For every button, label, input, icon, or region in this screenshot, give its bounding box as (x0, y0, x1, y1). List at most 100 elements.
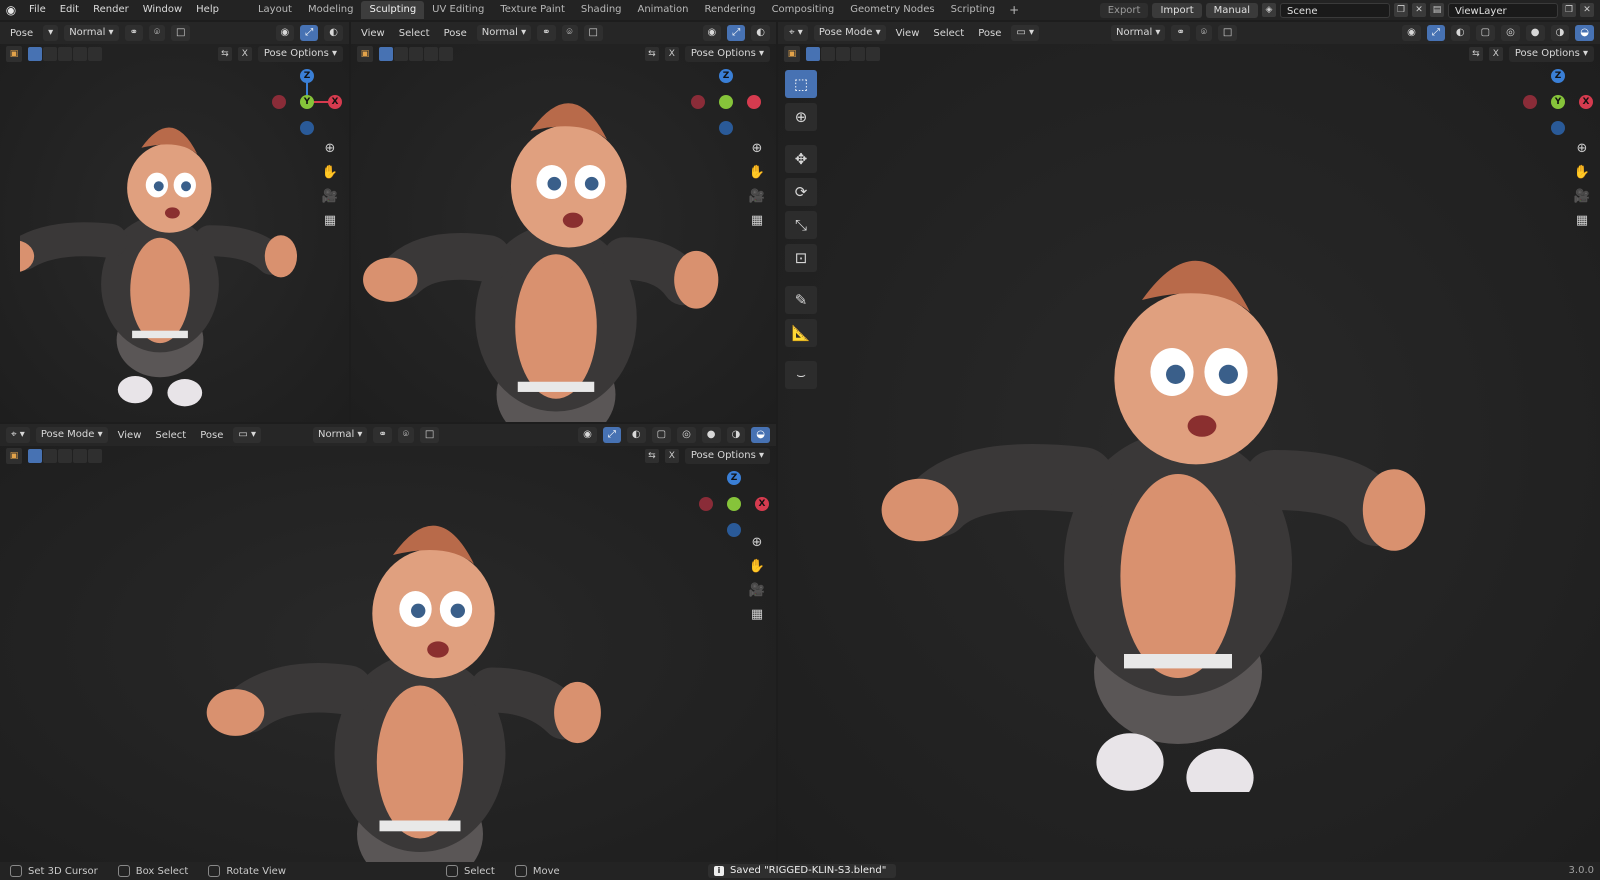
gizmo-z-axis[interactable]: Z (727, 471, 741, 485)
viewport-right[interactable]: ⌖ ▾ Pose Mode ▾ View Select Pose ▭ ▾ Nor… (778, 22, 1600, 862)
x-mirror-button[interactable]: X (237, 47, 252, 61)
menu-help[interactable]: Help (189, 0, 226, 20)
gizmo-neg-z-axis[interactable] (300, 121, 314, 135)
gizmo-x-axis[interactable]: X (1579, 95, 1593, 109)
grid-icon[interactable]: ▦ (749, 606, 765, 622)
cursor-tool-icon[interactable]: ⊕ (785, 103, 817, 131)
snap-icon[interactable]: ⌾ (397, 427, 414, 443)
annotate-tool-icon[interactable]: ✎ (785, 286, 817, 314)
zoom-icon[interactable]: ⊕ (749, 140, 765, 156)
selection-mode-group[interactable] (28, 47, 102, 61)
blender-logo-icon[interactable]: ◉ (0, 0, 22, 20)
overlay-icon[interactable]: ◐ (751, 25, 770, 41)
active-tool-icon[interactable]: ▣ (6, 448, 22, 464)
gizmo-toggle-icon[interactable]: ⤢ (602, 427, 621, 443)
pan-hand-icon[interactable]: ✋ (1574, 164, 1590, 180)
mirror-icon[interactable]: ⇆ (217, 47, 232, 61)
pan-hand-icon[interactable]: ✋ (749, 164, 765, 180)
selection-mode-group[interactable] (379, 47, 453, 61)
viewport-top-left[interactable]: Pose ▾ Normal ▾ ⚭ ⌾ □ ◉ ⤢ ◐ ▣ ⇆ X Pose O… (0, 22, 349, 422)
menu-window[interactable]: Window (136, 0, 189, 20)
viewport-bottom-left[interactable]: ⌖ ▾ Pose Mode ▾ View Select Pose ▭ ▾ Nor… (0, 424, 776, 862)
view-menu[interactable]: View (114, 430, 146, 441)
snap-icon[interactable]: ⌾ (1195, 25, 1212, 41)
tab-geometry-nodes[interactable]: Geometry Nodes (842, 1, 942, 19)
scale-tool-icon[interactable]: ⤡ (785, 211, 817, 239)
select-menu[interactable]: Select (929, 28, 968, 39)
menu-edit[interactable]: Edit (53, 0, 86, 20)
select-menu[interactable]: Select (151, 430, 190, 441)
tab-layout[interactable]: Layout (250, 1, 300, 19)
navigation-gizmo[interactable]: X Y Z (1523, 67, 1593, 137)
proportional-icon[interactable]: □ (1217, 25, 1238, 41)
gizmo-toggle-icon[interactable]: ⤢ (727, 25, 746, 41)
camera-icon[interactable]: 🎥 (1574, 188, 1590, 204)
shading-wireframe-icon[interactable]: ◎ (677, 427, 696, 443)
gizmo-neg-z-axis[interactable] (1551, 121, 1565, 135)
transform-icon[interactable]: ▭ ▾ (233, 427, 262, 443)
camera-icon[interactable]: 🎥 (749, 582, 765, 598)
scene-field[interactable]: Scene (1280, 2, 1390, 18)
selection-mode-group[interactable] (806, 47, 880, 61)
proportional-icon[interactable]: □ (170, 25, 191, 41)
save-notification[interactable]: i Saved "RIGGED-KLIN-S3.blend" (708, 864, 897, 878)
editor-type-icon[interactable]: ▾ (43, 25, 59, 41)
scene-icon[interactable]: ◈ (1262, 3, 1276, 17)
shading-rendered-icon[interactable]: ◒ (751, 427, 770, 443)
snap-icon[interactable]: ⌾ (561, 25, 578, 41)
viewport-top-middle[interactable]: View Select Pose Normal ▾ ⚭ ⌾ □ ◉ ⤢ ◐ ▣ … (351, 22, 776, 422)
shading-material-icon[interactable]: ◑ (726, 427, 746, 443)
tab-shading[interactable]: Shading (573, 1, 630, 19)
gizmo-toggle-icon[interactable]: ⤢ (1426, 25, 1445, 41)
active-tool-icon[interactable]: ▣ (357, 46, 373, 62)
pose-menu[interactable]: Pose (440, 28, 471, 39)
xray-icon[interactable]: ▢ (1475, 25, 1496, 41)
import-button[interactable]: Import (1152, 2, 1202, 18)
overlay-icon[interactable]: ◐ (1450, 25, 1470, 41)
proportional-icon[interactable]: □ (583, 25, 603, 41)
tab-rendering[interactable]: Rendering (696, 1, 763, 19)
gizmo-y-axis[interactable]: Y (300, 95, 314, 109)
mode-selector[interactable]: Pose Mode ▾ (813, 25, 886, 41)
gizmo-z-axis[interactable]: Z (1551, 69, 1565, 83)
zoom-icon[interactable]: ⊕ (322, 140, 338, 156)
tab-scripting[interactable]: Scripting (943, 1, 1003, 19)
rotate-tool-icon[interactable]: ⟳ (785, 178, 817, 206)
transform-icon[interactable]: ▭ ▾ (1011, 25, 1040, 41)
pose-options-dropdown[interactable]: Pose Options ▾ (257, 46, 343, 62)
close-view-layer-icon[interactable]: ✕ (1580, 3, 1594, 17)
gizmo-y-axis[interactable]: Y (1551, 95, 1565, 109)
navigation-gizmo[interactable]: X Z (699, 469, 769, 539)
shading-solid-icon[interactable]: ● (1525, 25, 1545, 41)
visibility-icon[interactable]: ◉ (1402, 25, 1421, 41)
tab-sculpting[interactable]: Sculpting (361, 1, 425, 19)
orientation-selector[interactable]: Normal ▾ (313, 427, 368, 443)
editor-type-icon[interactable]: ⌖ ▾ (6, 427, 30, 443)
menu-render[interactable]: Render (86, 0, 136, 20)
zoom-icon[interactable]: ⊕ (1574, 140, 1590, 156)
gizmo-x-axis[interactable]: X (328, 95, 342, 109)
gizmo-x-axis[interactable] (747, 95, 761, 109)
shading-rendered-icon[interactable]: ◒ (1575, 25, 1594, 41)
move-tool-icon[interactable]: ✥ (785, 145, 817, 173)
tab-texture-paint[interactable]: Texture Paint (492, 1, 573, 19)
relax-pose-tool-icon[interactable]: ⌣ (785, 361, 817, 389)
selection-mode-group[interactable] (28, 449, 102, 463)
view-layer-icon[interactable]: ▤ (1430, 3, 1444, 17)
x-mirror-button[interactable]: X (664, 47, 679, 61)
export-button[interactable]: Export (1099, 2, 1149, 18)
pan-hand-icon[interactable]: ✋ (749, 558, 765, 574)
x-mirror-button[interactable]: X (1488, 47, 1503, 61)
grid-icon[interactable]: ▦ (749, 212, 765, 228)
proportional-icon[interactable]: □ (419, 427, 440, 443)
zoom-icon[interactable]: ⊕ (749, 534, 765, 550)
visibility-icon[interactable]: ◉ (702, 25, 722, 41)
new-view-layer-icon[interactable]: ❐ (1562, 3, 1576, 17)
mode-selector[interactable]: Pose Mode ▾ (35, 427, 108, 443)
grid-icon[interactable]: ▦ (322, 212, 338, 228)
transform-tool-icon[interactable]: ⊡ (785, 244, 817, 272)
shading-solid-icon[interactable]: ● (701, 427, 721, 443)
pan-hand-icon[interactable]: ✋ (322, 164, 338, 180)
pivot-icon[interactable]: ⚭ (1171, 25, 1190, 41)
pivot-icon[interactable]: ⚭ (537, 25, 556, 41)
